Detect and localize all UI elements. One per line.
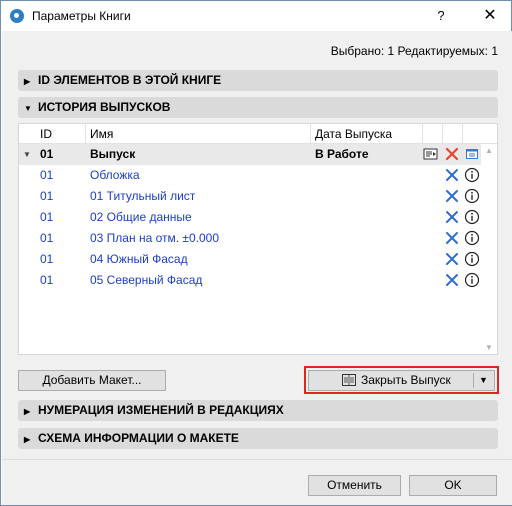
row-id: 01 xyxy=(40,210,54,224)
header-id[interactable]: ID xyxy=(40,127,52,141)
delete-issue-icon[interactable] xyxy=(444,146,460,162)
section-history[interactable]: ▼ ИСТОРИЯ ВЫПУСКОВ xyxy=(18,97,498,118)
section-ids-label: ID ЭЛЕМЕНТОВ В ЭТОЙ КНИГЕ xyxy=(38,73,222,87)
table-row[interactable]: 01 03 План на отм. ±0.000 xyxy=(19,228,481,249)
info-icon[interactable] xyxy=(464,209,480,225)
info-icon[interactable] xyxy=(464,272,480,288)
section-numbering-label: НУМЕРАЦИЯ ИЗМЕНЕНИЙ В РЕДАКЦИЯХ xyxy=(38,403,284,417)
header-name[interactable]: Имя xyxy=(90,127,113,141)
expand-arrow-icon: ▶ xyxy=(24,435,31,444)
table-row[interactable]: 01 04 Южный Фасад xyxy=(19,249,481,270)
row-id: 01 xyxy=(40,189,54,203)
remove-icon[interactable] xyxy=(444,167,460,183)
selection-info: Выбрано: 1 Редактируемых: 1 xyxy=(330,44,498,58)
info-icon[interactable] xyxy=(464,167,480,183)
table-row[interactable]: 01 01 Титульный лист xyxy=(19,186,481,207)
app-logo-icon xyxy=(10,9,24,23)
row-name: 04 Южный Фасад xyxy=(90,252,188,266)
annotation-highlight-box xyxy=(304,366,499,394)
row-name: 01 Титульный лист xyxy=(90,189,196,203)
info-icon[interactable] xyxy=(464,251,480,267)
table-row-issue[interactable]: ▼ 01 Выпуск В Работе xyxy=(19,144,481,165)
table-row[interactable]: 01 05 Северный Фасад xyxy=(19,270,481,291)
header-date[interactable]: Дата Выпуска xyxy=(315,127,392,141)
table-row[interactable]: 01 02 Общие данные xyxy=(19,207,481,228)
section-numbering[interactable]: ▶ НУМЕРАЦИЯ ИЗМЕНЕНИЙ В РЕДАКЦИЯХ xyxy=(18,400,498,421)
section-history-label: ИСТОРИЯ ВЫПУСКОВ xyxy=(38,100,171,114)
row-id: 01 xyxy=(40,231,54,245)
row-name: 05 Северный Фасад xyxy=(90,273,203,287)
issues-table: ID Имя Дата Выпуска ▼ 01 Выпуск В Работе xyxy=(18,123,498,355)
issue-name: Выпуск xyxy=(90,147,136,161)
title-bar: Параметры Книги ? ✕ xyxy=(1,1,511,31)
row-id: 01 xyxy=(40,273,54,287)
cancel-button[interactable]: Отменить xyxy=(308,475,401,496)
row-name: Обложка xyxy=(90,168,140,182)
add-layout-button[interactable]: Добавить Макет... xyxy=(18,370,166,391)
row-id: 01 xyxy=(40,168,54,182)
dialog-window: Параметры Книги ? ✕ Выбрано: 1 Редактиру… xyxy=(0,0,512,506)
remove-icon[interactable] xyxy=(444,251,460,267)
scroll-up-arrow-icon[interactable]: ▲ xyxy=(485,146,493,155)
collapse-arrow-icon: ▼ xyxy=(24,104,32,113)
row-name: 03 План на отм. ±0.000 xyxy=(90,231,220,245)
footer-divider xyxy=(2,459,512,460)
section-layout-info-label: СХЕМА ИНФОРМАЦИИ О МАКЕТЕ xyxy=(38,431,239,445)
section-layout-info[interactable]: ▶ СХЕМА ИНФОРМАЦИИ О МАКЕТЕ xyxy=(18,428,498,449)
table-row[interactable]: 01 Обложка xyxy=(19,165,481,186)
transmittal-icon[interactable] xyxy=(423,146,439,162)
window-title: Параметры Книги xyxy=(32,9,131,23)
table-header: ID Имя Дата Выпуска xyxy=(19,124,497,144)
expand-arrow-icon: ▶ xyxy=(24,77,31,86)
issue-id: 01 xyxy=(40,147,54,161)
remove-icon[interactable] xyxy=(444,272,460,288)
dialog-content: Выбрано: 1 Редактируемых: 1 ▶ ID ЭЛЕМЕНТО… xyxy=(2,31,512,505)
info-icon[interactable] xyxy=(464,188,480,204)
expand-arrow-icon: ▶ xyxy=(24,407,31,416)
help-button[interactable]: ? xyxy=(426,5,456,27)
ok-button[interactable]: OK xyxy=(409,475,497,496)
remove-icon[interactable] xyxy=(444,188,460,204)
row-id: 01 xyxy=(40,252,54,266)
collapse-arrow-icon[interactable]: ▼ xyxy=(23,144,31,165)
vertical-scrollbar[interactable]: ▲ ▼ xyxy=(481,144,497,354)
row-name: 02 Общие данные xyxy=(90,210,192,224)
remove-icon[interactable] xyxy=(444,230,460,246)
info-icon[interactable] xyxy=(464,230,480,246)
issue-date: В Работе xyxy=(315,147,369,161)
scroll-down-arrow-icon[interactable]: ▼ xyxy=(485,343,493,352)
section-ids[interactable]: ▶ ID ЭЛЕМЕНТОВ В ЭТОЙ КНИГЕ xyxy=(18,70,498,91)
remove-icon[interactable] xyxy=(444,209,460,225)
close-button[interactable]: ✕ xyxy=(475,5,505,27)
properties-icon[interactable] xyxy=(464,146,480,162)
